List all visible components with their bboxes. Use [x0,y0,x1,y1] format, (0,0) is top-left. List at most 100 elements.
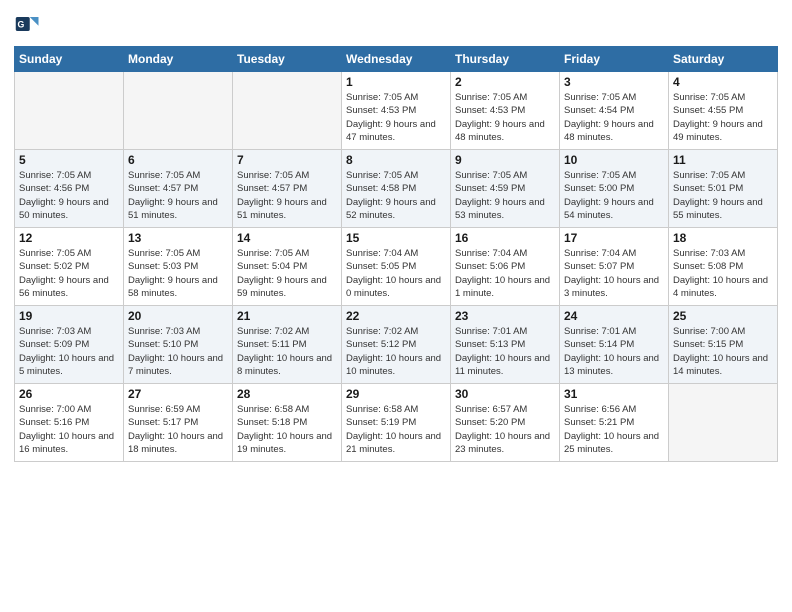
day-number: 4 [673,75,773,89]
day-info: Sunrise: 7:01 AM Sunset: 5:14 PM Dayligh… [564,325,664,378]
day-number: 8 [346,153,446,167]
day-info: Sunrise: 7:05 AM Sunset: 4:56 PM Dayligh… [19,169,119,222]
calendar-cell: 16 Sunrise: 7:04 AM Sunset: 5:06 PM Dayli… [451,228,560,306]
day-info: Sunrise: 7:05 AM Sunset: 4:53 PM Dayligh… [455,91,555,144]
day-number: 17 [564,231,664,245]
day-number: 2 [455,75,555,89]
calendar-cell: 29 Sunrise: 6:58 AM Sunset: 5:19 PM Dayli… [342,384,451,462]
day-info: Sunrise: 7:01 AM Sunset: 5:13 PM Dayligh… [455,325,555,378]
day-info: Sunrise: 7:03 AM Sunset: 5:08 PM Dayligh… [673,247,773,300]
calendar-cell [124,72,233,150]
page-container: G SundayMondayTuesdayWednesdayThursdayFr… [0,0,792,472]
calendar-cell: 31 Sunrise: 6:56 AM Sunset: 5:21 PM Dayli… [560,384,669,462]
calendar-cell [15,72,124,150]
day-number: 30 [455,387,555,401]
day-info: Sunrise: 7:04 AM Sunset: 5:06 PM Dayligh… [455,247,555,300]
day-number: 14 [237,231,337,245]
day-number: 24 [564,309,664,323]
calendar-week-row: 5 Sunrise: 7:05 AM Sunset: 4:56 PM Daylig… [15,150,778,228]
day-number: 5 [19,153,119,167]
calendar-week-row: 12Sunrise: 7:05 AM Sunset: 5:02 PM Dayli… [15,228,778,306]
day-info: Sunrise: 7:05 AM Sunset: 4:57 PM Dayligh… [237,169,337,222]
day-info: Sunrise: 7:05 AM Sunset: 4:53 PM Dayligh… [346,91,446,144]
calendar-week-row: 26 Sunrise: 7:00 AM Sunset: 5:16 PM Dayli… [15,384,778,462]
calendar-cell: 10Sunrise: 7:05 AM Sunset: 5:00 PM Dayli… [560,150,669,228]
calendar-cell: 11 Sunrise: 7:05 AM Sunset: 5:01 PM Dayli… [669,150,778,228]
day-number: 20 [128,309,228,323]
day-info: Sunrise: 7:05 AM Sunset: 5:04 PM Dayligh… [237,247,337,300]
day-info: Sunrise: 7:04 AM Sunset: 5:07 PM Dayligh… [564,247,664,300]
day-info: Sunrise: 7:05 AM Sunset: 4:54 PM Dayligh… [564,91,664,144]
day-number: 11 [673,153,773,167]
day-info: Sunrise: 6:58 AM Sunset: 5:18 PM Dayligh… [237,403,337,456]
day-number: 15 [346,231,446,245]
svg-text:G: G [18,20,25,30]
day-info: Sunrise: 7:05 AM Sunset: 4:57 PM Dayligh… [128,169,228,222]
calendar-cell: 9Sunrise: 7:05 AM Sunset: 4:59 PM Daylig… [451,150,560,228]
header: G [14,10,778,38]
day-number: 29 [346,387,446,401]
day-info: Sunrise: 6:58 AM Sunset: 5:19 PM Dayligh… [346,403,446,456]
day-number: 3 [564,75,664,89]
calendar-cell: 27 Sunrise: 6:59 AM Sunset: 5:17 PM Dayli… [124,384,233,462]
calendar-cell: 21 Sunrise: 7:02 AM Sunset: 5:11 PM Dayli… [233,306,342,384]
day-number: 12 [19,231,119,245]
calendar-cell: 6 Sunrise: 7:05 AM Sunset: 4:57 PM Daylig… [124,150,233,228]
calendar-cell: 8Sunrise: 7:05 AM Sunset: 4:58 PM Daylig… [342,150,451,228]
calendar-cell: 5 Sunrise: 7:05 AM Sunset: 4:56 PM Daylig… [15,150,124,228]
day-info: Sunrise: 7:04 AM Sunset: 5:05 PM Dayligh… [346,247,446,300]
logo: G [14,10,46,38]
day-number: 31 [564,387,664,401]
weekday-header-monday: Monday [124,47,233,72]
logo-icon: G [14,10,42,38]
weekday-header-tuesday: Tuesday [233,47,342,72]
day-info: Sunrise: 6:57 AM Sunset: 5:20 PM Dayligh… [455,403,555,456]
weekday-header-wednesday: Wednesday [342,47,451,72]
calendar-cell: 22 Sunrise: 7:02 AM Sunset: 5:12 PM Dayli… [342,306,451,384]
day-number: 27 [128,387,228,401]
weekday-header-row: SundayMondayTuesdayWednesdayThursdayFrid… [15,47,778,72]
calendar-cell: 3 Sunrise: 7:05 AM Sunset: 4:54 PM Daylig… [560,72,669,150]
day-info: Sunrise: 6:56 AM Sunset: 5:21 PM Dayligh… [564,403,664,456]
day-number: 26 [19,387,119,401]
calendar-cell: 17 Sunrise: 7:04 AM Sunset: 5:07 PM Dayli… [560,228,669,306]
calendar-cell: 2 Sunrise: 7:05 AM Sunset: 4:53 PM Daylig… [451,72,560,150]
day-info: Sunrise: 7:05 AM Sunset: 4:55 PM Dayligh… [673,91,773,144]
day-info: Sunrise: 7:02 AM Sunset: 5:12 PM Dayligh… [346,325,446,378]
calendar-cell: 26 Sunrise: 7:00 AM Sunset: 5:16 PM Dayli… [15,384,124,462]
day-info: Sunrise: 7:03 AM Sunset: 5:09 PM Dayligh… [19,325,119,378]
calendar-cell: 18 Sunrise: 7:03 AM Sunset: 5:08 PM Dayli… [669,228,778,306]
calendar-cell [669,384,778,462]
calendar-cell: 12Sunrise: 7:05 AM Sunset: 5:02 PM Dayli… [15,228,124,306]
day-number: 19 [19,309,119,323]
calendar-cell: 25 Sunrise: 7:00 AM Sunset: 5:15 PM Dayli… [669,306,778,384]
day-info: Sunrise: 7:02 AM Sunset: 5:11 PM Dayligh… [237,325,337,378]
day-info: Sunrise: 7:00 AM Sunset: 5:16 PM Dayligh… [19,403,119,456]
day-number: 13 [128,231,228,245]
calendar-week-row: 1 Sunrise: 7:05 AM Sunset: 4:53 PM Daylig… [15,72,778,150]
calendar-cell: 28 Sunrise: 6:58 AM Sunset: 5:18 PM Dayli… [233,384,342,462]
day-number: 16 [455,231,555,245]
day-number: 10 [564,153,664,167]
weekday-header-sunday: Sunday [15,47,124,72]
day-number: 22 [346,309,446,323]
calendar-cell: 4 Sunrise: 7:05 AM Sunset: 4:55 PM Daylig… [669,72,778,150]
calendar-cell: 13Sunrise: 7:05 AM Sunset: 5:03 PM Dayli… [124,228,233,306]
day-number: 1 [346,75,446,89]
day-info: Sunrise: 7:05 AM Sunset: 5:01 PM Dayligh… [673,169,773,222]
day-info: Sunrise: 6:59 AM Sunset: 5:17 PM Dayligh… [128,403,228,456]
day-number: 23 [455,309,555,323]
calendar-cell: 30 Sunrise: 6:57 AM Sunset: 5:20 PM Dayli… [451,384,560,462]
day-info: Sunrise: 7:00 AM Sunset: 5:15 PM Dayligh… [673,325,773,378]
calendar-cell: 7Sunrise: 7:05 AM Sunset: 4:57 PM Daylig… [233,150,342,228]
day-number: 21 [237,309,337,323]
day-number: 28 [237,387,337,401]
calendar-cell: 24 Sunrise: 7:01 AM Sunset: 5:14 PM Dayli… [560,306,669,384]
calendar-cell: 15 Sunrise: 7:04 AM Sunset: 5:05 PM Dayli… [342,228,451,306]
calendar-cell: 20Sunrise: 7:03 AM Sunset: 5:10 PM Dayli… [124,306,233,384]
calendar-cell: 23 Sunrise: 7:01 AM Sunset: 5:13 PM Dayli… [451,306,560,384]
day-number: 6 [128,153,228,167]
calendar-cell: 1 Sunrise: 7:05 AM Sunset: 4:53 PM Daylig… [342,72,451,150]
day-number: 18 [673,231,773,245]
day-number: 25 [673,309,773,323]
